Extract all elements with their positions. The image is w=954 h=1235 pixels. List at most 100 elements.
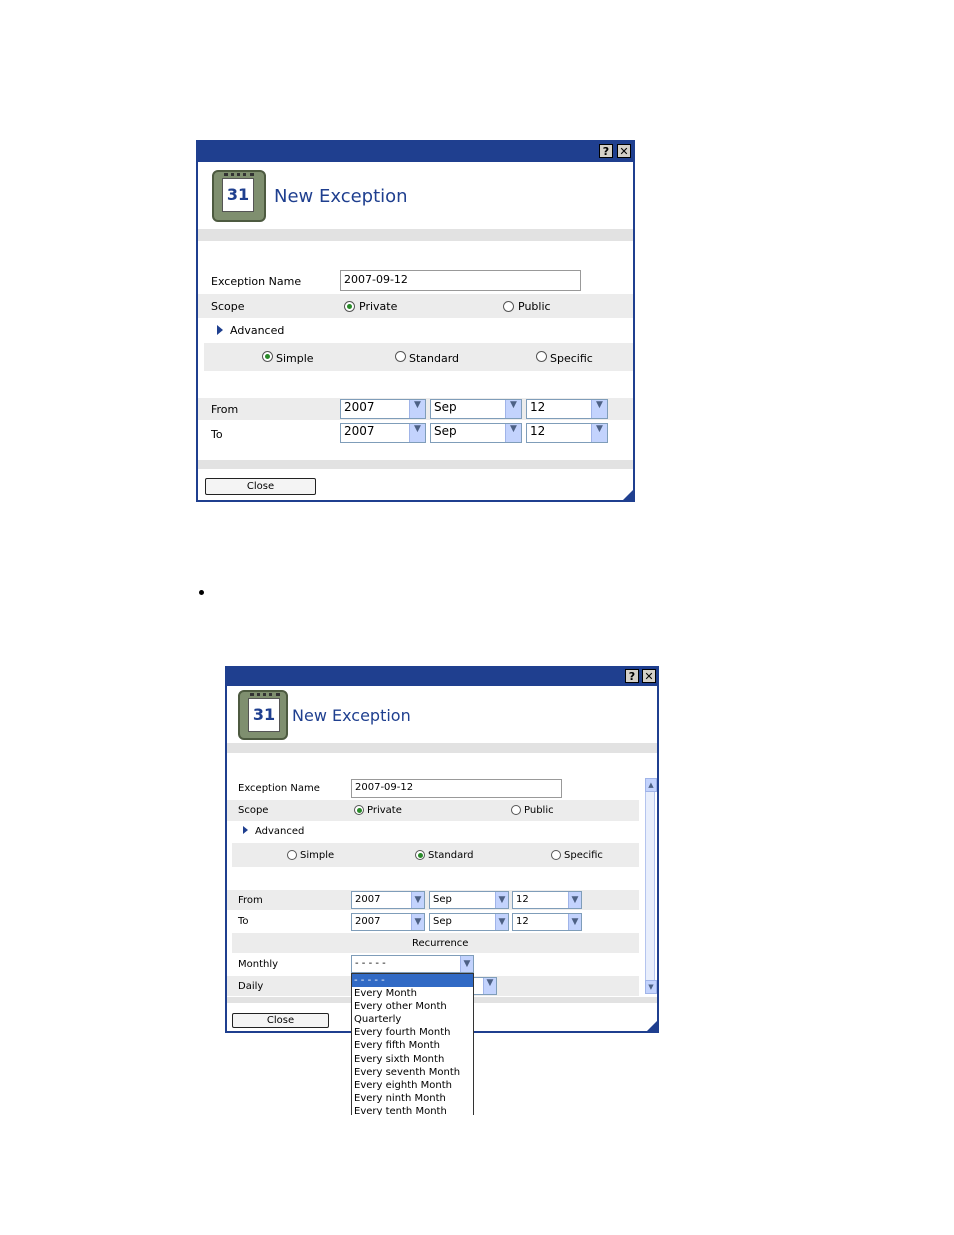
dropdown-option[interactable]: Every seventh Month — [352, 1066, 473, 1079]
close-button[interactable]: Close — [205, 478, 316, 495]
to-month-select[interactable]: Sep ▼ — [430, 423, 522, 443]
chevron-down-icon: ▼ — [409, 424, 425, 442]
chevron-down-icon: ▼ — [460, 956, 473, 972]
advanced-label[interactable]: Advanced — [230, 324, 284, 337]
dropdown-option[interactable]: - - - - - — [352, 974, 473, 988]
specific-radio[interactable] — [536, 351, 547, 362]
private-label: Private — [367, 805, 402, 816]
calendar-icon: 31 — [212, 170, 266, 222]
standard-radio[interactable] — [395, 351, 406, 362]
from-year-select[interactable]: 2007 ▼ — [351, 891, 425, 909]
scroll-up-icon[interactable]: ▲ — [645, 778, 657, 792]
chevron-down-icon: ▼ — [411, 892, 424, 908]
close-button[interactable]: Close — [232, 1013, 329, 1028]
chevron-down-icon: ▼ — [495, 892, 508, 908]
resize-grip-icon[interactable] — [647, 1021, 657, 1031]
private-radio[interactable] — [354, 805, 364, 815]
public-label: Public — [524, 805, 554, 816]
daily-label: Daily — [238, 981, 264, 992]
monthly-label: Monthly — [238, 959, 279, 970]
chevron-down-icon: ▼ — [505, 424, 521, 442]
help-button[interactable]: ? — [625, 669, 639, 683]
to-day-select[interactable]: 12 ▼ — [526, 423, 608, 443]
dropdown-option[interactable]: Quarterly — [352, 1013, 473, 1026]
from-year-select[interactable]: 2007 ▼ — [340, 399, 426, 419]
exception-name-input[interactable]: 2007-09-12 — [340, 270, 581, 291]
dropdown-option[interactable]: Every ninth Month — [352, 1092, 473, 1105]
exception-name-label: Exception Name — [238, 783, 320, 794]
advanced-expand-icon[interactable] — [217, 325, 223, 335]
simple-radio[interactable] — [262, 351, 273, 362]
scope-label: Scope — [211, 300, 245, 313]
new-exception-dialog: ? ✕ 31 New Exception Exception Name 2007… — [196, 140, 635, 502]
exception-name-input[interactable]: 2007-09-12 — [351, 779, 562, 798]
from-day-select[interactable]: 12 ▼ — [512, 891, 582, 909]
public-radio[interactable] — [503, 301, 514, 312]
scroll-down-icon[interactable]: ▼ — [645, 980, 657, 994]
specific-label: Specific — [550, 352, 593, 365]
help-button[interactable]: ? — [599, 144, 613, 158]
dialog-title: New Exception — [274, 186, 408, 207]
specific-label: Specific — [564, 850, 603, 861]
standard-radio[interactable] — [415, 850, 425, 860]
private-label: Private — [359, 300, 398, 313]
chevron-down-icon: ▼ — [568, 914, 581, 930]
footer-divider — [198, 460, 633, 469]
dialog-titlebar[interactable]: ? ✕ — [227, 668, 657, 686]
from-day-select[interactable]: 12 ▼ — [526, 399, 608, 419]
monthly-select[interactable]: - - - - - ▼ — [351, 955, 474, 973]
dropdown-option[interactable]: Every Month — [352, 987, 473, 1000]
simple-label: Simple — [300, 850, 335, 861]
dropdown-option[interactable]: Every fifth Month — [352, 1039, 473, 1052]
dropdown-option[interactable]: Every eighth Month — [352, 1079, 473, 1092]
close-x-button[interactable]: ✕ — [617, 144, 631, 158]
standard-label: Standard — [409, 352, 460, 365]
to-month-select[interactable]: Sep ▼ — [429, 913, 509, 931]
from-label: From — [238, 895, 263, 906]
resize-grip-icon[interactable] — [623, 490, 633, 500]
scope-row — [227, 800, 639, 821]
chevron-down-icon: ▼ — [495, 914, 508, 930]
dropdown-option[interactable]: Every tenth Month — [352, 1105, 473, 1115]
vertical-scrollbar[interactable]: ▲ ▼ — [645, 778, 657, 994]
to-label: To — [238, 916, 249, 927]
chevron-down-icon: ▼ — [591, 400, 607, 418]
monthly-dropdown-list[interactable]: - - - - - Every Month Every other Month … — [351, 973, 474, 1115]
standard-label: Standard — [428, 850, 474, 861]
list-bullet — [199, 590, 204, 595]
advanced-expand-icon[interactable] — [243, 826, 248, 834]
dropdown-option[interactable]: Every other Month — [352, 1000, 473, 1013]
to-year-select[interactable]: 2007 ▼ — [351, 913, 425, 931]
to-year-select[interactable]: 2007 ▼ — [340, 423, 426, 443]
dialog-titlebar[interactable]: ? ✕ — [198, 142, 633, 162]
public-radio[interactable] — [511, 805, 521, 815]
to-label: To — [211, 428, 223, 441]
public-label: Public — [518, 300, 551, 313]
recurrence-label: Recurrence — [412, 938, 469, 949]
dropdown-option[interactable]: Every fourth Month — [352, 1026, 473, 1039]
chevron-down-icon: ▼ — [409, 400, 425, 418]
advanced-label[interactable]: Advanced — [255, 826, 304, 837]
chevron-down-icon: ▼ — [505, 400, 521, 418]
dialog-title: New Exception — [292, 706, 411, 725]
dropdown-option[interactable]: Every sixth Month — [352, 1053, 473, 1066]
from-month-select[interactable]: Sep ▼ — [429, 891, 509, 909]
close-x-button[interactable]: ✕ — [642, 669, 656, 683]
simple-label: Simple — [276, 352, 314, 365]
specific-radio[interactable] — [551, 850, 561, 860]
header-divider — [198, 229, 633, 241]
calendar-icon: 31 — [238, 690, 288, 740]
from-label: From — [211, 403, 239, 416]
to-day-select[interactable]: 12 ▼ — [512, 913, 582, 931]
scope-row — [198, 294, 633, 318]
header-divider — [227, 743, 657, 753]
from-month-select[interactable]: Sep ▼ — [430, 399, 522, 419]
chevron-down-icon: ▼ — [568, 892, 581, 908]
chevron-down-icon: ▼ — [591, 424, 607, 442]
simple-radio[interactable] — [287, 850, 297, 860]
exception-name-label: Exception Name — [211, 275, 302, 288]
private-radio[interactable] — [344, 301, 355, 312]
scope-label: Scope — [238, 805, 269, 816]
chevron-down-icon: ▼ — [483, 978, 496, 994]
chevron-down-icon: ▼ — [411, 914, 424, 930]
